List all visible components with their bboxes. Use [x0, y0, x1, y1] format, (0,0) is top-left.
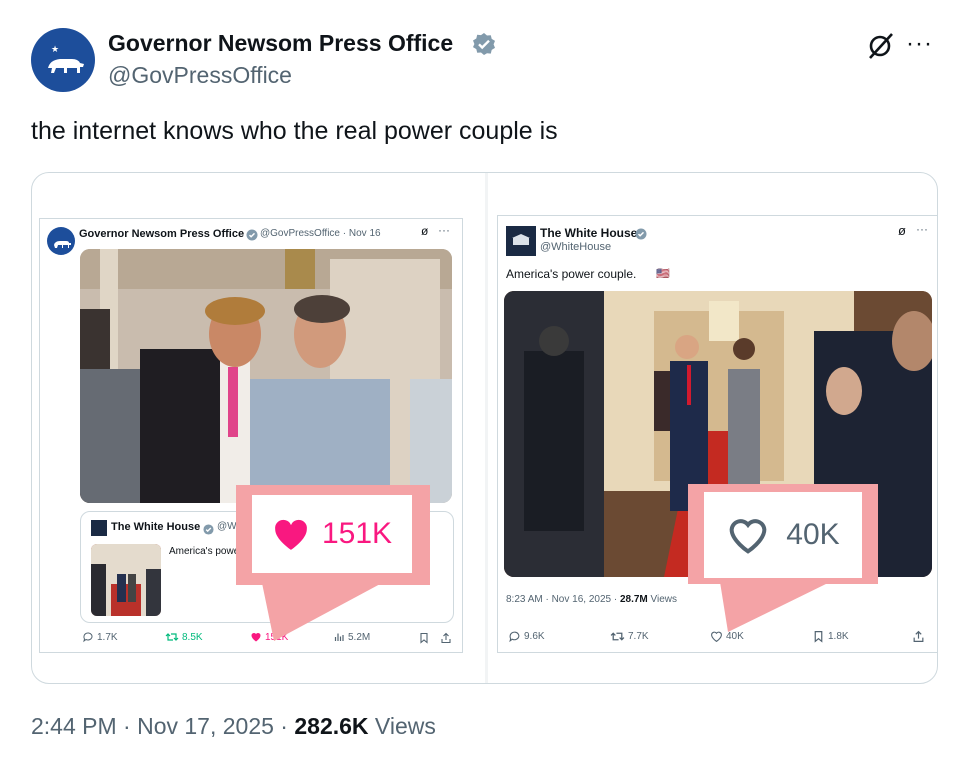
share-icon: [440, 631, 452, 649]
left-reply-value: 1.7K: [97, 631, 118, 643]
bookmark-icon: [418, 631, 430, 649]
more-icon: ···: [916, 222, 928, 236]
tweet-timestamp: 2:44 PM · Nov 17, 2025 · 282.6K Views: [31, 713, 436, 740]
right-reply-value: 9.6K: [524, 631, 545, 642]
right-shot-text: America's power couple.: [506, 267, 637, 281]
right-shot-time: 8:23 AM · Nov 16, 2025 ·: [506, 594, 620, 605]
left-like-callout: 151K: [252, 495, 412, 573]
like-icon: [275, 519, 307, 550]
right-screenshot[interactable]: The White House @WhiteHouse ø ··· Americ…: [497, 215, 937, 653]
right-shot-views-label: Views: [647, 594, 678, 605]
right-shot-timestamp: 8:23 AM · Nov 16, 2025 · 28.7M Views: [506, 594, 677, 605]
verified-badge-icon: [635, 227, 647, 240]
left-shot-photo: [80, 249, 452, 503]
share-icon: [912, 630, 925, 648]
tweet-time[interactable]: 2:44 PM · Nov 17, 2025 ·: [31, 713, 294, 739]
more-icon: ···: [438, 223, 450, 237]
author-name[interactable]: Governor Newsom Press Office: [108, 30, 453, 57]
right-bookmark-value: 1.8K: [828, 631, 849, 642]
left-shot-avatar: [47, 227, 75, 255]
left-like-callout-tail: [262, 583, 382, 641]
right-shot-views-count: 28.7M: [619, 594, 648, 605]
right-reply-count: 9.6K: [508, 630, 545, 643]
verified-badge-icon: [203, 522, 214, 535]
tweet-views-count: 282.6K: [294, 713, 369, 739]
grok-icon: ø: [898, 223, 906, 238]
flag-icon: 🇺🇸: [656, 268, 670, 280]
right-repost-value: 7.7K: [628, 631, 649, 642]
white-house-logo: [506, 226, 536, 256]
more-icon[interactable]: ···: [906, 30, 933, 58]
left-shot-meta: @GovPressOffice · Nov 16: [260, 228, 381, 239]
right-like-callout-tail: [720, 582, 830, 632]
repost-icon: [610, 632, 625, 641]
left-like-callout-value: 151K: [321, 517, 393, 550]
quote-photo: [91, 544, 161, 616]
left-repost-value: 8.5K: [182, 631, 203, 643]
tweet-text: the internet knows who the real power co…: [31, 117, 558, 145]
verified-badge-icon: [246, 228, 258, 241]
quote-author: The White House: [111, 521, 201, 533]
grok-icon: ø: [421, 224, 429, 238]
tweet-views-label: Views: [368, 713, 436, 739]
left-reply-count: 1.7K: [82, 631, 118, 643]
left-screenshot[interactable]: Governor Newsom Press Office @GovPressOf…: [39, 218, 463, 653]
grok-icon[interactable]: [866, 31, 896, 61]
left-shot-author: Governor Newsom Press Office: [79, 228, 245, 240]
like-icon: [251, 633, 261, 642]
right-shot-handle: @WhiteHouse: [540, 241, 612, 253]
reply-icon: [509, 631, 520, 643]
verified-badge-icon: [472, 32, 496, 56]
quote-text: America's power: [169, 546, 243, 557]
author-avatar[interactable]: ★: [31, 28, 95, 92]
tweet-media[interactable]: Governor Newsom Press Office @GovPressOf…: [31, 172, 938, 684]
right-repost-count: 7.7K: [610, 630, 649, 643]
white-house-logo: [91, 520, 107, 536]
right-like-callout: 40K: [704, 492, 862, 578]
svg-text:★: ★: [51, 45, 59, 55]
repost-icon: [165, 633, 179, 641]
left-repost-count: 8.5K: [165, 631, 203, 643]
author-handle[interactable]: @GovPressOffice: [108, 62, 292, 89]
reply-icon: [83, 632, 93, 643]
like-icon: [729, 519, 767, 554]
right-shot-author: The White House: [540, 226, 638, 240]
media-divider: [485, 173, 488, 683]
right-like-callout-value: 40K: [786, 518, 840, 551]
